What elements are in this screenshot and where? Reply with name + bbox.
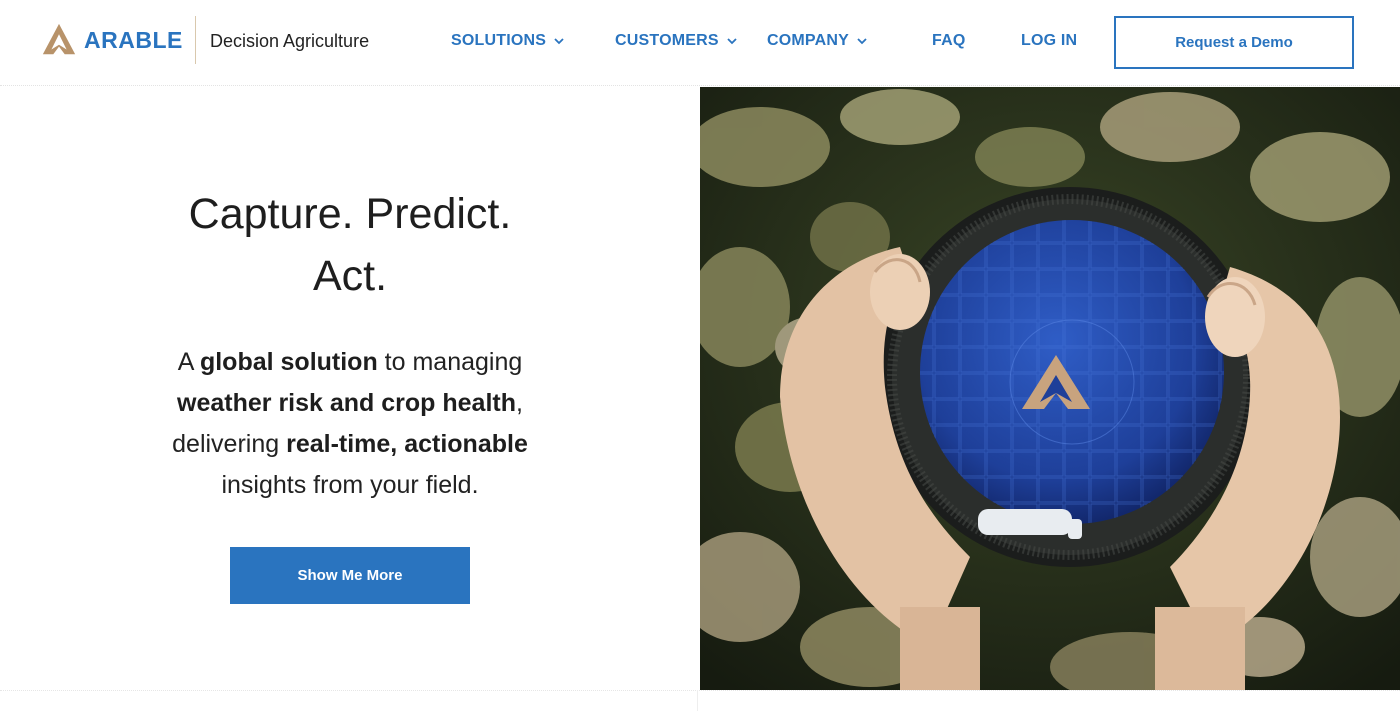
nav-customers[interactable]: CUSTOMERS bbox=[615, 32, 737, 50]
hero-image bbox=[700, 87, 1400, 690]
arable-logo-icon bbox=[42, 23, 76, 55]
section-split bbox=[697, 690, 698, 711]
brand-name: ARABLE bbox=[84, 26, 183, 53]
brand-tagline: Decision Agriculture bbox=[210, 31, 370, 51]
chevron-down-icon bbox=[857, 38, 867, 45]
chevron-down-icon bbox=[727, 38, 737, 45]
nav-company-label: COMPANY bbox=[767, 32, 849, 49]
section-divider bbox=[0, 690, 1400, 711]
hero-headline: Capture. Predict. Act. bbox=[0, 183, 700, 307]
nav-customers-label: CUSTOMERS bbox=[615, 32, 719, 49]
hero-headline-line1: Capture. Predict. bbox=[188, 190, 512, 238]
hero-subtext: A global solution to managing weather ri… bbox=[140, 342, 560, 506]
sub-bold-1: global solution bbox=[199, 348, 378, 376]
request-demo-button[interactable]: Request a Demo bbox=[1114, 16, 1354, 69]
site-header: ARABLE Decision Agriculture SOLUTIONS CU… bbox=[0, 0, 1400, 86]
hero-text-panel: Capture. Predict. Act. A global solution… bbox=[0, 87, 700, 690]
header-divider bbox=[195, 16, 196, 64]
nav-solutions[interactable]: SOLUTIONS bbox=[451, 32, 564, 50]
device-photo bbox=[700, 87, 1400, 690]
nav-company[interactable]: COMPANY bbox=[767, 32, 867, 50]
nav-login[interactable]: LOG IN bbox=[1021, 32, 1077, 50]
show-me-more-button[interactable]: Show Me More bbox=[230, 547, 470, 604]
sub-text-1: A bbox=[177, 348, 200, 376]
sub-bold-3: real-time, actionable bbox=[286, 430, 528, 458]
nav-solutions-label: SOLUTIONS bbox=[451, 32, 547, 49]
chevron-down-icon bbox=[554, 38, 564, 45]
brand-logo[interactable]: ARABLE bbox=[40, 20, 183, 60]
hero-headline-line2: Act. bbox=[312, 252, 388, 300]
sub-bold-2: weather risk and crop health bbox=[177, 389, 517, 417]
sub-text-4: insights from your field. bbox=[221, 471, 479, 499]
nav-faq[interactable]: FAQ bbox=[932, 32, 966, 50]
sub-text-2: to managing bbox=[377, 348, 523, 376]
